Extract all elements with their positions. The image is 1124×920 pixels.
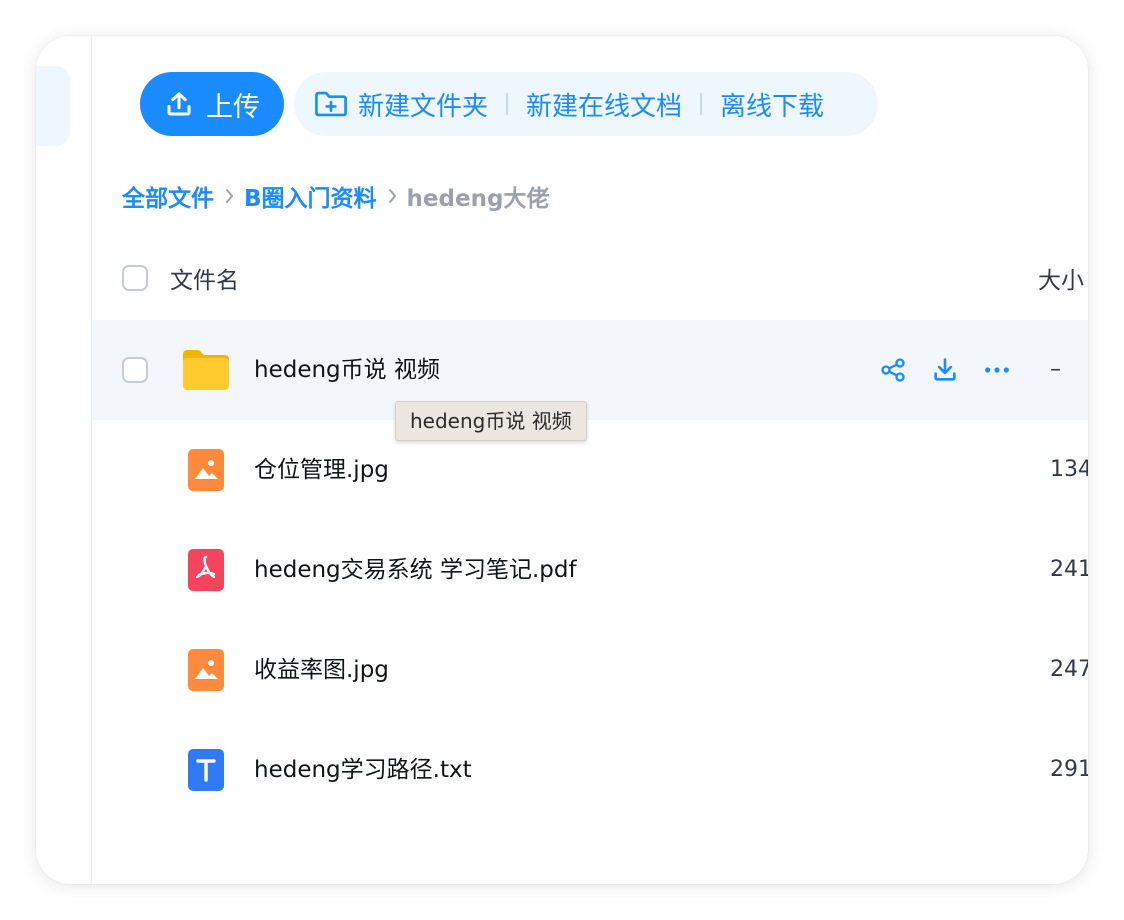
toolbar-divider — [506, 93, 509, 115]
offline-download-label: 离线下载 — [720, 91, 825, 122]
file-name[interactable]: hedeng交易系统 学习笔记.pdf — [254, 520, 577, 620]
row-actions — [878, 354, 1012, 386]
offline-download-button[interactable]: 离线下载 — [720, 86, 824, 123]
table-row[interactable]: hedeng币说 视频 – — [92, 320, 1088, 420]
toolbar-actions: 新建文件夹 新建在线文档 离线下载 — [294, 72, 878, 136]
file-size: 291 — [1050, 757, 1088, 782]
file-name[interactable]: 仓位管理.jpg — [254, 420, 389, 520]
filename-tooltip: hedeng币说 视频 — [395, 401, 587, 441]
file-size: – — [1050, 357, 1061, 382]
image-file-icon — [180, 644, 232, 696]
new-online-doc-label: 新建在线文档 — [526, 91, 683, 122]
table-row[interactable]: 仓位管理.jpg 134 — [92, 420, 1088, 520]
upload-label: 上传 — [206, 91, 260, 123]
new-online-doc-button[interactable]: 新建在线文档 — [526, 86, 682, 123]
sidebar — [36, 36, 92, 884]
chevron-right-icon — [377, 186, 407, 206]
file-name[interactable]: hedeng学习路径.txt — [254, 720, 472, 820]
sidebar-active-item[interactable] — [36, 66, 70, 146]
screen: 上传 新建文件夹 新建在线文档 离线下载 全部文件 B圈入门资料 hedeng大… — [0, 0, 1124, 920]
file-name[interactable]: 收益率图.jpg — [254, 620, 389, 720]
text-file-icon — [180, 744, 232, 796]
column-header-size[interactable]: 大小 — [1038, 261, 1084, 295]
upload-icon — [167, 92, 191, 116]
file-table-header: 文件名 大小 — [122, 256, 1088, 300]
file-size: 241 — [1050, 557, 1088, 582]
breadcrumb: 全部文件 B圈入门资料 hedeng大佬 — [122, 176, 549, 216]
new-folder-button[interactable]: 新建文件夹 — [314, 86, 488, 123]
select-all-checkbox[interactable] — [122, 265, 148, 291]
share-icon[interactable] — [878, 355, 908, 385]
file-size: 134 — [1050, 457, 1088, 482]
file-size: 247 — [1050, 657, 1088, 682]
folder-icon — [180, 344, 232, 396]
pdf-file-icon — [180, 544, 232, 596]
chevron-right-icon — [214, 186, 244, 206]
table-row[interactable]: hedeng学习路径.txt 291 — [92, 720, 1088, 820]
upload-button[interactable]: 上传 — [140, 72, 284, 136]
file-manager-window: 上传 新建文件夹 新建在线文档 离线下载 全部文件 B圈入门资料 hedeng大… — [36, 36, 1088, 884]
table-row[interactable]: 收益率图.jpg 247 — [92, 620, 1088, 720]
breadcrumb-current: hedeng大佬 — [406, 186, 550, 212]
download-icon[interactable] — [930, 355, 960, 385]
column-header-name[interactable]: 文件名 — [170, 261, 239, 295]
more-options-icon[interactable] — [982, 355, 1012, 385]
image-file-icon — [180, 444, 232, 496]
breadcrumb-all-files[interactable]: 全部文件 — [122, 179, 214, 213]
new-folder-label: 新建文件夹 — [358, 91, 489, 122]
row-checkbox[interactable] — [122, 357, 148, 383]
toolbar-divider — [700, 93, 703, 115]
breadcrumb-folder[interactable]: B圈入门资料 — [244, 179, 377, 213]
new-folder-icon — [315, 91, 347, 117]
table-row[interactable]: hedeng交易系统 学习笔记.pdf 241 — [92, 520, 1088, 620]
